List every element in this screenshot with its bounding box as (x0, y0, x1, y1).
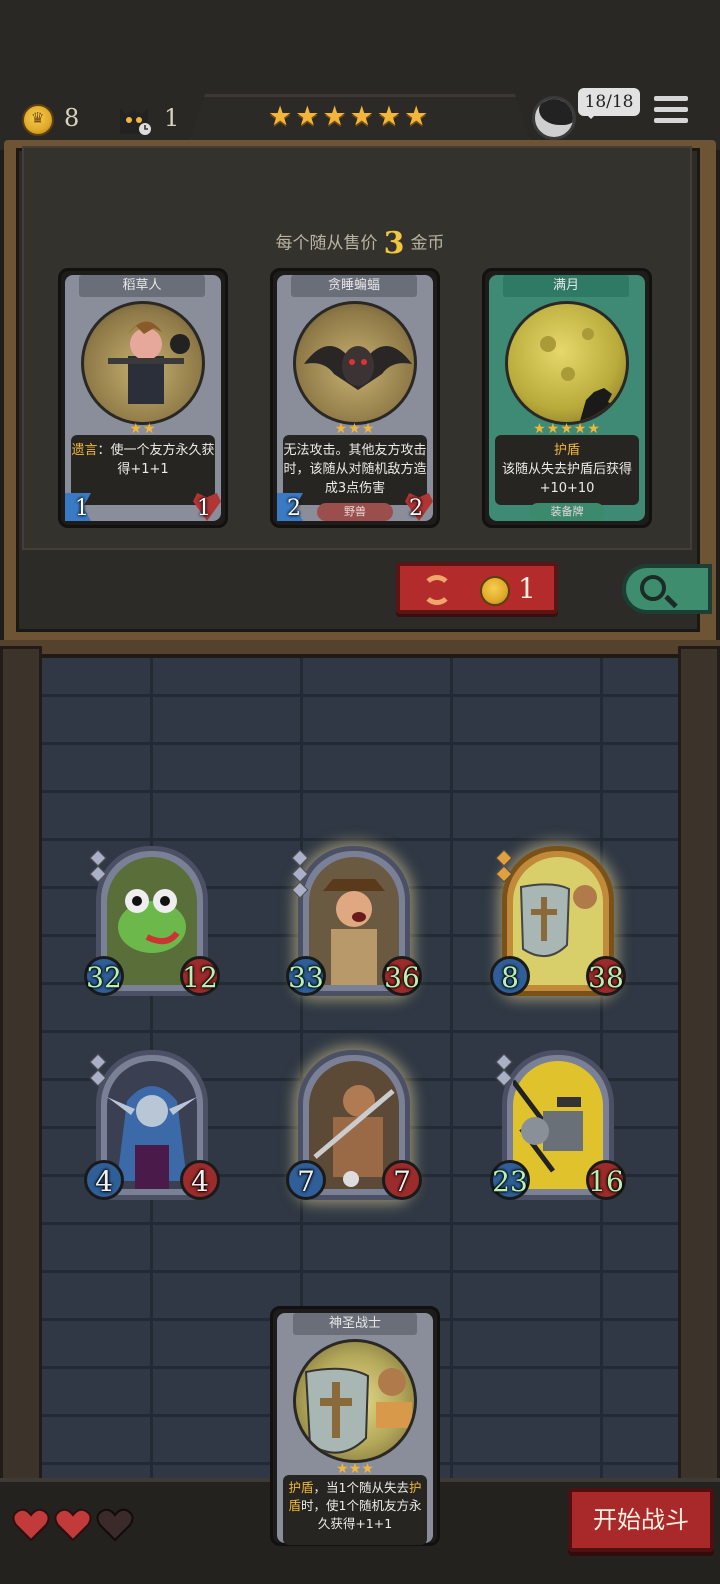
refresh-icon (422, 575, 452, 605)
coin-icon (480, 576, 510, 606)
shop-card-scarecrow[interactable]: 稻草人 ★★ 遗言：使一个友方永久获得+1+1 1 1 (58, 268, 228, 528)
star-icon: ★ (268, 101, 293, 132)
card-description: 无法攻击。其他友方攻击时，该随从对随机敌方造成3点伤害 (283, 435, 427, 505)
minion-attack: 23 (492, 1165, 528, 1198)
tavern-tier-stars: ★ ★ ★ ★ ★ ★ (268, 100, 452, 134)
player-avatar[interactable] (532, 96, 576, 140)
scarecrow-art (81, 301, 205, 425)
bat-art (293, 301, 417, 425)
minion-health: 7 (393, 1165, 411, 1198)
board-pillar-right (678, 646, 720, 1506)
minion-health: 38 (588, 961, 624, 994)
minion-robot[interactable]: 23 16 (490, 1050, 626, 1202)
star-icon: ★ (404, 101, 429, 132)
minion-attack: 4 (95, 1165, 113, 1198)
heart-empty-icon (96, 1508, 134, 1542)
card-description: 护盾 该随从失去护盾后获得+10+10 (495, 435, 639, 505)
minion-elf[interactable]: 4 4 (84, 1050, 220, 1202)
card-name: 稻草人 (79, 275, 205, 297)
turn-count: 1 (164, 104, 180, 132)
star-icon: ★ (349, 101, 374, 132)
sell-price-text: 每个随从售价 3 金币 (275, 226, 445, 261)
minion-frog[interactable]: 32 12 (84, 846, 220, 998)
search-button[interactable] (622, 564, 712, 614)
card-health: 2 (409, 496, 423, 521)
card-attack: 1 (75, 496, 89, 521)
minion-holy-warrior[interactable]: 8 38 (490, 846, 626, 998)
minion-attack: 33 (288, 961, 324, 994)
card-description: 护盾，当1个随从失去护盾时，使1个随机友方永久获得+1+1 (283, 1475, 427, 1545)
card-type-tag: 装备牌 (529, 503, 605, 521)
search-icon (640, 575, 666, 601)
card-name: 贪睡蝙蝠 (291, 275, 417, 297)
card-name: 神圣战士 (293, 1313, 417, 1335)
card-tribe-tag: 野兽 (317, 503, 393, 521)
full-moon-art (505, 301, 629, 425)
sell-price: 3 (383, 226, 405, 261)
refresh-cost: 1 (518, 572, 536, 605)
heart-icon (54, 1508, 92, 1542)
card-description: 遗言：使一个友方永久获得+1+1 (71, 435, 215, 505)
minion-health: 12 (182, 961, 218, 994)
hand-card-holy-warrior[interactable]: 神圣战士 ★★★ 护盾，当1个随从失去护盾时，使1个随机友方永久获得+1+1 (270, 1306, 440, 1546)
minion-attack: 32 (86, 961, 122, 994)
holy-warrior-art (293, 1339, 417, 1463)
minion-health: 4 (191, 1165, 209, 1198)
shop-card-full-moon[interactable]: 满月 ★★★★★ 护盾 该随从失去护盾后获得+10+10 装备牌 (482, 268, 652, 528)
refresh-button[interactable]: 1 (396, 562, 558, 614)
menu-icon[interactable] (654, 96, 688, 130)
star-icon: ★ (376, 101, 402, 132)
card-attack: 2 (287, 496, 301, 521)
minion-health: 36 (384, 961, 420, 994)
start-battle-button[interactable]: 开始战斗 (568, 1488, 714, 1552)
gold-count: 8 (64, 104, 80, 132)
card-name: 满月 (503, 275, 629, 297)
star-icon: ★ (295, 101, 320, 132)
minion-attack: 8 (501, 961, 519, 994)
shop-card-sleepy-bat[interactable]: 贪睡蝙蝠 ★★★ 无法攻击。其他友方攻击时，该随从对随机敌方造成3点伤害 野兽 … (270, 268, 440, 528)
board-pillar-left (0, 646, 42, 1506)
card-health: 1 (197, 496, 211, 521)
player-health: 18/18 (578, 88, 640, 119)
star-icon: ★ (322, 101, 347, 132)
minion-attack: 7 (297, 1165, 315, 1198)
minion-health: 16 (588, 1165, 624, 1198)
cat-turn-icon (120, 108, 151, 135)
minion-adventurer[interactable]: 33 36 (286, 846, 422, 998)
coin-icon (22, 104, 54, 136)
minion-barbarian[interactable]: 7 7 (286, 1050, 422, 1202)
heart-icon (12, 1508, 50, 1542)
board-ledge (0, 640, 720, 658)
